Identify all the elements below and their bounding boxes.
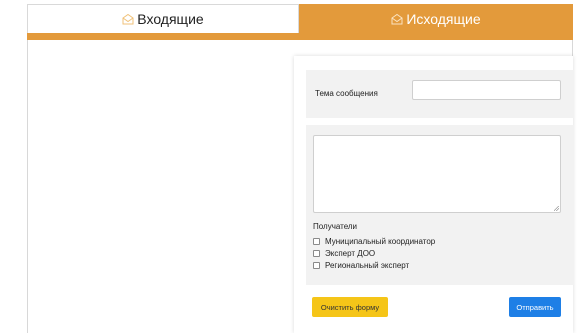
- recipient-label: Муниципальный координатор: [325, 237, 436, 246]
- open-envelope-icon: [391, 13, 403, 24]
- recipient-label: Эксперт ДОО: [325, 249, 376, 258]
- recipient-checkbox[interactable]: [313, 262, 320, 269]
- message-section: Получатели Муниципальный координатор Экс…: [306, 125, 574, 285]
- compose-form: Тема сообщения Получатели Муниципальный …: [294, 56, 574, 333]
- send-button[interactable]: Отправить: [509, 297, 561, 317]
- tab-inbox-label: Входящие: [137, 11, 204, 27]
- subject-input[interactable]: [412, 80, 561, 100]
- resize-handle[interactable]: [554, 206, 559, 211]
- recipient-expert-doo[interactable]: Эксперт ДОО: [313, 249, 375, 258]
- envelope-icon: [122, 13, 134, 25]
- recipient-municipal-coordinator[interactable]: Муниципальный координатор: [313, 237, 435, 246]
- subject-label: Тема сообщения: [315, 89, 378, 98]
- recipients-label: Получатели: [313, 222, 358, 231]
- recipient-regional-expert[interactable]: Региональный эксперт: [313, 261, 409, 270]
- recipient-checkbox[interactable]: [313, 238, 320, 245]
- recipient-label: Региональный эксперт: [325, 261, 410, 270]
- active-tab-underline: [27, 33, 573, 40]
- subject-section: Тема сообщения: [306, 70, 574, 118]
- tab-inbox[interactable]: Входящие: [27, 4, 299, 33]
- recipient-checkbox[interactable]: [313, 250, 320, 257]
- message-textarea[interactable]: [313, 135, 561, 213]
- clear-form-button[interactable]: Очистить форму: [312, 297, 388, 317]
- tab-outbox-label: Исходящие: [406, 10, 481, 27]
- tab-outbox[interactable]: Исходящие: [299, 4, 573, 33]
